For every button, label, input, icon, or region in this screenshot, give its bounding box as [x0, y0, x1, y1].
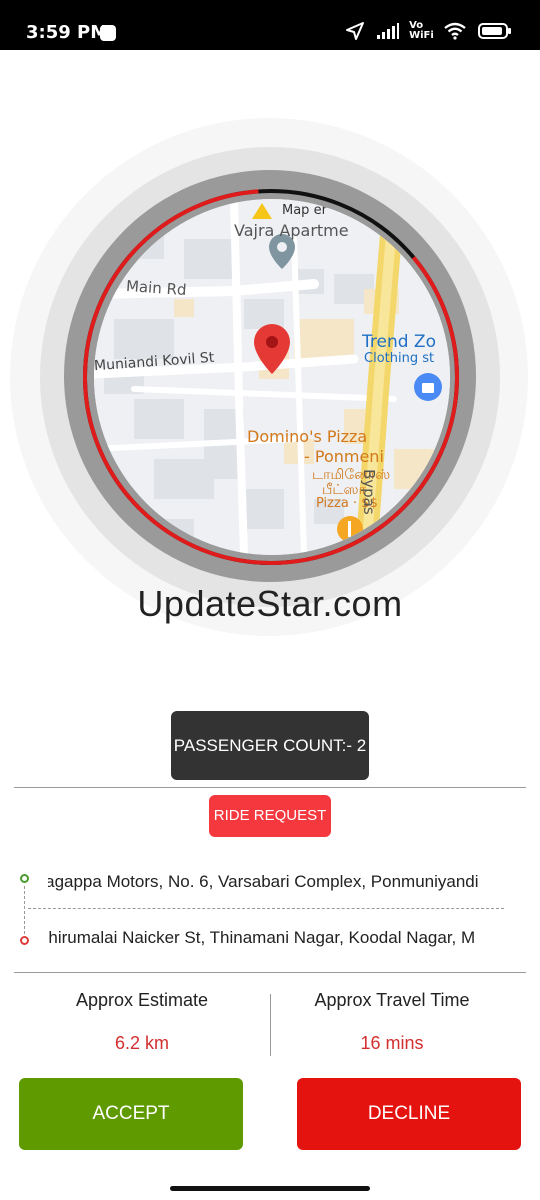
map-label-trend: Trend Zo — [362, 332, 436, 352]
map-error-label: Map er — [282, 203, 327, 218]
route-connector — [24, 886, 25, 934]
decline-button[interactable]: DECLINE — [297, 1078, 521, 1150]
drop-dot-icon — [20, 936, 29, 945]
map-label-ponmeni: - Ponmeni — [304, 447, 384, 466]
location-icon — [345, 21, 364, 40]
signal-icon — [377, 22, 399, 39]
notification-icon — [100, 25, 116, 41]
shopping-marker-icon — [414, 373, 442, 401]
distance-label: Approx Estimate — [75, 990, 209, 1010]
home-indicator[interactable] — [170, 1186, 370, 1191]
pickup-address: Alagappa Motors, No. 6, Varsabari Comple… — [48, 872, 479, 891]
vowifi-icon: Vo WiFi — [409, 20, 434, 41]
status-time: 3:59 PM — [26, 22, 109, 43]
map-label-clothing: Clothing st — [364, 351, 435, 366]
map-tiles — [94, 199, 450, 555]
distance-estimate: Approx Estimate 6.2 km — [14, 990, 270, 1054]
passenger-count-badge: PASSENGER COUNT:- 2 — [171, 711, 369, 780]
route-separator — [28, 908, 504, 909]
ride-request-button[interactable]: RIDE REQUEST — [209, 795, 331, 837]
wifi-icon — [444, 22, 466, 40]
vowifi-bottom-label: WiFi — [409, 29, 434, 41]
travel-time-value: 16 mins — [360, 1033, 424, 1053]
map-label-bypass: Bypas — [360, 469, 378, 515]
pickup-dot-icon — [20, 874, 29, 883]
route-panel: Alagappa Motors, No. 6, Varsabari Comple… — [0, 860, 540, 960]
distance-value: 6.2 km — [114, 1033, 170, 1053]
travel-time-label: Approx Travel Time — [314, 990, 470, 1010]
restaurant-marker-icon — [337, 516, 363, 542]
travel-time-estimate: Approx Travel Time 16 mins — [271, 990, 513, 1054]
map-label-dominos: Domino's Pizza — [247, 427, 368, 446]
status-bar: 3:59 PM Vo WiFi — [0, 0, 540, 50]
accept-button[interactable]: ACCEPT — [19, 1078, 243, 1150]
drop-address: Thirumalai Naicker St, Thinamani Nagar, … — [48, 928, 476, 947]
pickup-map[interactable]: Map er Vajra Apartme Main Rd Muniandi Ko… — [94, 199, 450, 555]
battery-icon — [478, 22, 511, 39]
watermark-brand: UpdateStar.com — [137, 583, 403, 624]
status-icons: Vo WiFi — [345, 20, 512, 44]
map-label-vajra: Vajra Apartme — [234, 221, 349, 240]
divider-top — [14, 787, 526, 788]
divider-bottom — [14, 972, 526, 973]
